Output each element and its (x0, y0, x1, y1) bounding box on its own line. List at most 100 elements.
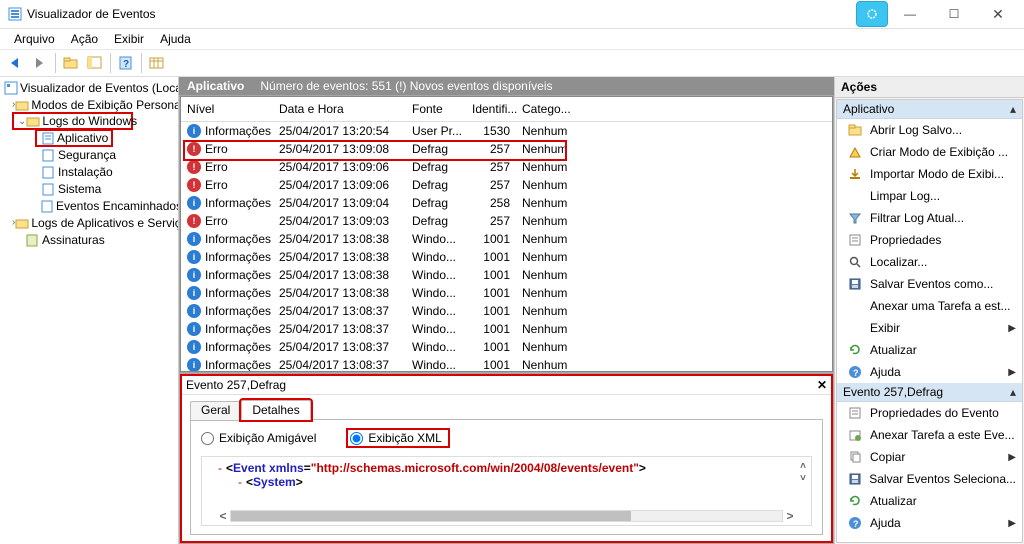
action-item[interactable]: Limpar Log... (837, 185, 1022, 207)
action-item[interactable]: Abrir Log Salvo... (837, 119, 1022, 141)
action-item[interactable]: Atualizar (837, 490, 1022, 512)
tree-seguranca[interactable]: Segurança (0, 146, 178, 163)
action-item[interactable]: ?Ajuda▶ (837, 512, 1022, 534)
col-nivel[interactable]: Nível (181, 97, 273, 122)
tree-encaminhados[interactable]: Eventos Encaminhados (0, 197, 178, 214)
col-id[interactable]: Identifi... (466, 97, 516, 122)
action-item[interactable]: Salvar Eventos Seleciona... (837, 468, 1022, 490)
action-item[interactable]: Exibir▶ (837, 317, 1022, 339)
action-item[interactable]: Atualizar (837, 339, 1022, 361)
tree-pane[interactable]: Visualizador de Eventos (Local) ›Modos d… (0, 77, 179, 544)
tree-assinaturas[interactable]: Assinaturas (0, 231, 178, 248)
xml-view[interactable]: -<Event xmlns="http://schemas.microsoft.… (201, 456, 812, 526)
action-item[interactable]: Localizar... (837, 251, 1022, 273)
table-row[interactable]: iInformações25/04/2017 13:08:37Windo...1… (181, 356, 832, 372)
save-icon (847, 471, 862, 487)
tree-root[interactable]: Visualizador de Eventos (Local) (0, 79, 178, 96)
collapse-icon[interactable]: ▴ (1010, 102, 1016, 116)
table-row[interactable]: !Erro25/04/2017 13:09:06Defrag257Nenhum (181, 158, 832, 176)
action-item[interactable]: Salvar Eventos como... (837, 273, 1022, 295)
toolbar: ? (0, 49, 1024, 77)
action-item[interactable]: Propriedades (837, 229, 1022, 251)
action-item[interactable]: Importar Modo de Exibi... (837, 163, 1022, 185)
menu-ajuda[interactable]: Ajuda (152, 30, 199, 48)
view-icon (847, 144, 863, 160)
submenu-arrow-icon: ▶ (1008, 367, 1016, 378)
actions-section-evento[interactable]: Evento 257,Defrag▴ (837, 383, 1022, 402)
center-header: Aplicativo Número de eventos: 551 (!) No… (179, 77, 834, 95)
submenu-arrow-icon: ▶ (1008, 518, 1016, 529)
col-fonte[interactable]: Fonte (406, 97, 466, 122)
minimize-button[interactable]: — (888, 0, 932, 28)
action-item[interactable]: ?Ajuda▶ (837, 361, 1022, 383)
hscroll-track[interactable] (230, 510, 783, 522)
assist-button[interactable] (856, 1, 888, 27)
app-icon (8, 7, 22, 21)
col-data[interactable]: Data e Hora (273, 97, 406, 122)
action-item[interactable]: Anexar uma Tarefa a est... (837, 295, 1022, 317)
table-row[interactable]: !Erro25/04/2017 13:09:06Defrag257Nenhum (181, 176, 832, 194)
menu-exibir[interactable]: Exibir (106, 30, 152, 48)
scroll-right[interactable]: > (783, 509, 797, 523)
tab-geral[interactable]: Geral (190, 401, 241, 421)
hscroll-thumb[interactable] (231, 511, 631, 521)
detail-close-button[interactable]: ✕ (817, 378, 827, 392)
filter-icon (847, 210, 863, 226)
table-row[interactable]: iInformações25/04/2017 13:09:04Defrag258… (181, 194, 832, 212)
table-row[interactable]: iInformações25/04/2017 13:08:38Windo...1… (181, 284, 832, 302)
tree-instalacao[interactable]: Instalação (0, 163, 178, 180)
tree-logs-app[interactable]: ›Logs de Aplicativos e Serviço (0, 214, 178, 231)
maximize-button[interactable]: ☐ (932, 0, 976, 28)
show-hide-button[interactable] (84, 52, 106, 74)
table-row[interactable]: iInformações25/04/2017 13:08:37Windo...1… (181, 320, 832, 338)
tree-logs-windows[interactable]: ⌄Logs do Windows (12, 112, 133, 130)
submenu-arrow-icon: ▶ (1008, 452, 1016, 463)
action-item[interactable]: Filtrar Log Atual... (837, 207, 1022, 229)
props-icon (847, 405, 863, 421)
col-cat[interactable]: Catego... (516, 97, 576, 122)
help-icon: ? (847, 515, 863, 531)
menu-arquivo[interactable]: Arquivo (6, 30, 63, 48)
folder-button[interactable] (60, 52, 82, 74)
table-row[interactable]: iInformações25/04/2017 13:08:37Windo...1… (181, 338, 832, 356)
radio-xml[interactable]: Exibição XML (346, 428, 449, 448)
action-item[interactable]: Propriedades do Evento (837, 402, 1022, 424)
help-button[interactable]: ? (115, 52, 137, 74)
scroll-down[interactable]: ˅ (797, 473, 809, 485)
table-row[interactable]: !Erro25/04/2017 13:09:03Defrag257Nenhum (181, 212, 832, 230)
table-row[interactable]: iInformações25/04/2017 13:08:38Windo...1… (181, 248, 832, 266)
table-row[interactable]: iInformações25/04/2017 13:08:38Windo...1… (181, 230, 832, 248)
action-item[interactable]: Anexar Tarefa a este Eve... (837, 424, 1022, 446)
table-row[interactable]: !Erro25/04/2017 13:09:08Defrag257Nenhum (181, 140, 832, 158)
submenu-arrow-icon: ▶ (1008, 323, 1016, 334)
table-row[interactable]: iInformações25/04/2017 13:08:37Windo...1… (181, 302, 832, 320)
svg-text:?: ? (123, 59, 129, 70)
scroll-up[interactable]: ˄ (797, 461, 809, 473)
window-title: Visualizador de Eventos (27, 7, 156, 21)
event-detail-pane: Evento 257,Defrag ✕ Geral Detalhes Exibi… (180, 374, 833, 543)
action-item[interactable]: Copiar▶ (837, 446, 1022, 468)
table-row[interactable]: iInformações25/04/2017 13:20:54User Pr..… (181, 122, 832, 141)
close-button[interactable]: ✕ (976, 0, 1020, 28)
props-icon (847, 232, 863, 248)
refresh-icon (847, 342, 863, 358)
action-item[interactable]: Criar Modo de Exibição ... (837, 141, 1022, 163)
menu-acao[interactable]: Ação (63, 30, 106, 48)
menu-bar: Arquivo Ação Exibir Ajuda (0, 29, 1024, 49)
event-grid[interactable]: Nível Data e Hora Fonte Identifi... Cate… (180, 96, 833, 372)
scroll-left[interactable]: < (216, 509, 230, 523)
table-row[interactable]: iInformações25/04/2017 13:08:38Windo...1… (181, 266, 832, 284)
collapse-icon[interactable]: ▴ (1010, 385, 1016, 399)
tab-detalhes[interactable]: Detalhes (241, 400, 310, 420)
tree-sistema[interactable]: Sistema (0, 180, 178, 197)
svg-text:?: ? (853, 519, 859, 529)
columns-button[interactable] (146, 52, 168, 74)
tree-modos[interactable]: ›Modos de Exibição Personali (0, 96, 178, 113)
radio-amigavel[interactable]: Exibição Amigável (201, 431, 316, 445)
actions-header: Ações (835, 77, 1024, 98)
tree-aplicativo[interactable]: Aplicativo (35, 129, 113, 147)
actions-section-aplicativo[interactable]: Aplicativo▴ (837, 100, 1022, 119)
log-summary-label: Número de eventos: 551 (!) Novos eventos… (260, 79, 552, 93)
forward-button[interactable] (29, 52, 51, 74)
back-button[interactable] (5, 52, 27, 74)
